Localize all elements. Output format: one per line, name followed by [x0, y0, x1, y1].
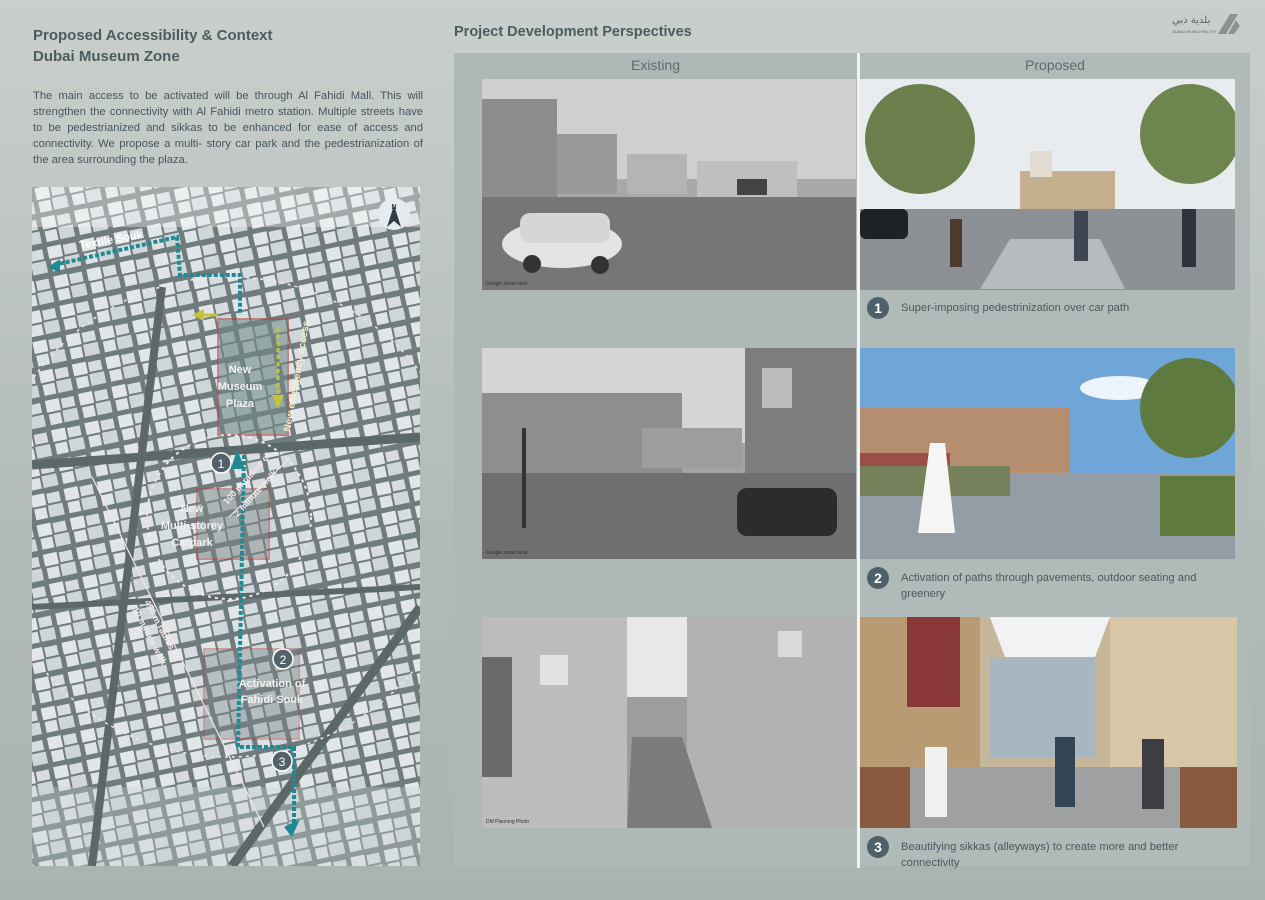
map-label-plaza-1: New: [229, 364, 252, 376]
map-label-souk-1: Activation of: [239, 678, 306, 690]
caption-number-3: 3: [867, 836, 889, 858]
proposed-photo-3: [860, 617, 1237, 828]
existing-photo-3: DM Planning Photo: [482, 617, 856, 828]
perspectives-title: Project Development Perspectives: [454, 24, 692, 40]
map-label-carpark-1: New: [181, 503, 204, 515]
map-marker-2: 2: [272, 648, 294, 670]
map-label-souk-2: Fahidi Souk: [241, 694, 304, 706]
logo-english: DUBAI MUNICIPALITY: [1172, 29, 1217, 34]
photo-credit-1: Google street view: [486, 281, 528, 287]
logo-arabic: بلدية دبي: [1172, 15, 1211, 26]
caption-text-1: Super-imposing pedestrinization over car…: [901, 302, 1130, 314]
existing-header: Existing: [630, 57, 681, 73]
section-title: Proposed Accessibility & Context Dubai M…: [33, 25, 273, 67]
caption-number-1: 1: [867, 297, 889, 319]
intro-paragraph: The main access to be activated will be …: [33, 90, 423, 166]
map-label-plaza-3: Plaza: [226, 398, 255, 410]
svg-text:3: 3: [279, 755, 286, 769]
context-map: N Textile Souk New Museum Plaza New emer…: [32, 187, 420, 866]
caption-text-2: Activation of paths through pavements, o…: [901, 572, 1197, 600]
caption-text-3: Beautifying sikkas (alleyways) to create…: [901, 841, 1179, 869]
map-label-carpark-2: Multi-storey: [161, 520, 224, 532]
title-line-1: Proposed Accessibility & Context: [33, 27, 273, 44]
title-line-2: Dubai Museum Zone: [33, 48, 180, 65]
north-label: N: [391, 204, 396, 211]
proposed-photo-1: [860, 79, 1235, 290]
svg-text:1: 1: [218, 457, 225, 471]
svg-text:2: 2: [280, 653, 287, 667]
map-label-plaza-2: Museum: [218, 381, 263, 393]
existing-photo-2: Google street view: [482, 348, 856, 559]
map-marker-3: 3: [271, 750, 293, 772]
dubai-municipality-logo: بلدية دبي DUBAI MUNICIPALITY: [1172, 12, 1242, 38]
caption-number-2: 2: [867, 567, 889, 589]
proposed-photo-2: [860, 348, 1235, 559]
photo-credit-2: Google street view: [486, 550, 528, 556]
map-label-carpark-3: Carpark: [171, 537, 213, 549]
proposed-header: Proposed: [1025, 57, 1085, 73]
map-marker-1: 1: [210, 452, 232, 474]
existing-photo-1: Google street view: [482, 79, 856, 290]
logo-mark-icon: [1218, 14, 1240, 34]
photo-credit-3: DM Planning Photo: [486, 819, 530, 825]
